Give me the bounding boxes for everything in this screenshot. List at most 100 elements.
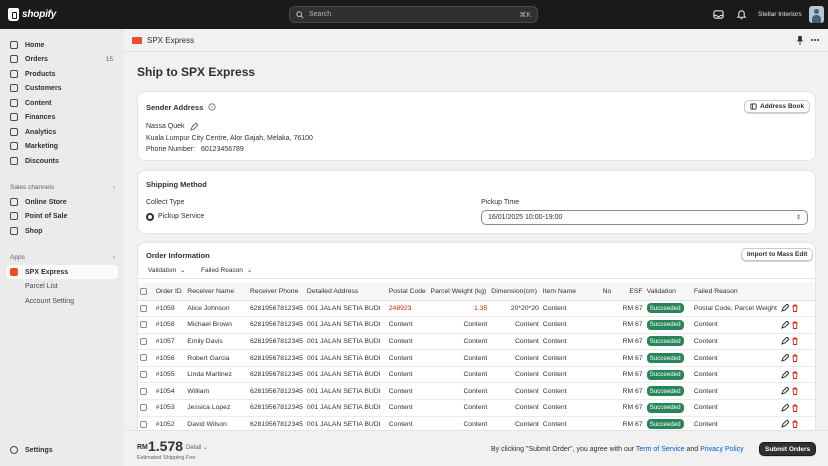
sidebar-item-spx-express[interactable]: SPX Express	[6, 265, 118, 279]
store-name[interactable]: Stellar Interiors	[758, 11, 802, 18]
table-row[interactable]: #1058 Michael Brown 62819567812345 001 JALA…	[138, 316, 815, 334]
table-row[interactable]: #1054 William 62819567812345 001 JALAN SETI…	[138, 382, 815, 401]
esf-cell: RM 67	[614, 399, 645, 417]
agreement-prefix: By clicking "Submit Order", you agree wi…	[491, 446, 636, 453]
privacy-policy-link[interactable]: Privacy Policy	[700, 446, 744, 453]
status-badge: Succeeded	[646, 319, 684, 330]
validation-cell: Succeeded	[644, 366, 692, 384]
edit-pencil-icon[interactable]	[781, 387, 789, 396]
sidebar-item-analytics[interactable]: Analytics	[6, 125, 118, 139]
delete-trash-icon[interactable]	[791, 321, 799, 329]
receiver-phone-cell: 62819567812345	[248, 300, 305, 318]
bell-icon[interactable]	[736, 9, 747, 20]
receiver-name-cell: Robert Garcia	[185, 349, 248, 367]
detailed-address-cell: 001 JALAN SETIA BUDI	[304, 316, 387, 334]
sidebar-item-settings[interactable]: Settings	[6, 443, 118, 457]
sidebar-item-home[interactable]: Home	[6, 38, 118, 52]
row-checkbox[interactable]	[140, 354, 147, 362]
delete-trash-icon[interactable]	[791, 404, 799, 412]
row-checkbox[interactable]	[140, 371, 147, 379]
detailed-address-cell: 001 JALAN SETIA BUDI	[304, 333, 387, 351]
row-checkbox[interactable]	[140, 387, 147, 395]
row-checkbox[interactable]	[140, 337, 147, 345]
delete-trash-icon[interactable]	[791, 304, 799, 313]
main-content: SPX Express Ship to SPX Express Sender A…	[124, 29, 828, 466]
orders-table-body: #1059 Alice Johnson 62819567812345 001 JALA…	[138, 300, 815, 434]
tab-failed-reason[interactable]: Failed Reason ⌄	[201, 266, 252, 275]
delete-trash-icon[interactable]	[791, 420, 799, 429]
shipping-method-title: Shipping Method	[146, 180, 207, 189]
select-all-checkbox[interactable]	[140, 287, 147, 295]
column-header-esf: ESF	[614, 283, 645, 301]
avatar[interactable]	[809, 6, 824, 23]
table-row[interactable]: #1059 Alice Johnson 62819567812345 001 JALA…	[138, 300, 815, 318]
import-mass-edit-button[interactable]: Import to Mass Edit	[741, 248, 814, 261]
sidebar-item-finances[interactable]: Finances	[6, 110, 118, 124]
row-select-cell[interactable]	[138, 316, 154, 334]
more-horizontal-icon[interactable]	[810, 35, 820, 45]
column-header-detailed-address: Detailed Address	[304, 283, 387, 301]
submit-orders-button[interactable]: Submit Orders	[759, 442, 817, 456]
dimension-cell: Content	[489, 399, 541, 417]
edit-pencil-icon[interactable]	[781, 370, 789, 379]
help-icon[interactable]: ?	[208, 103, 216, 111]
edit-pencil-icon[interactable]	[190, 123, 198, 131]
sidebar-item-content[interactable]: Content	[6, 96, 118, 110]
sidebar-item-online-store[interactable]: Online Store	[6, 195, 118, 209]
edit-pencil-icon[interactable]	[781, 403, 789, 412]
sidebar-item-discounts[interactable]: Discounts	[6, 154, 118, 168]
row-checkbox[interactable]	[140, 304, 147, 312]
row-checkbox[interactable]	[140, 420, 147, 428]
edit-pencil-icon[interactable]	[781, 320, 789, 329]
pickup-time-select[interactable]: 16/01/2025 10:00-19:00 ⇕	[481, 210, 808, 225]
tab-validation[interactable]: Validation ⌄	[148, 266, 186, 275]
column-header-parcel-weight: Parcel Weight (kg)	[428, 283, 490, 301]
sidebar-item-orders[interactable]: Orders 15	[6, 52, 118, 66]
point-of-sale-icon	[10, 212, 18, 220]
table-row[interactable]: #1053 Jessica Lopez 62819567812345 001 JALA…	[138, 399, 815, 417]
fee-detail-toggle[interactable]: Detail ⌄	[186, 444, 208, 451]
row-select-cell[interactable]	[138, 399, 154, 417]
address-book-label: Address Book	[760, 103, 805, 110]
row-checkbox[interactable]	[140, 321, 147, 329]
shopify-logo[interactable]: shopify	[8, 8, 56, 21]
sidebar-item-customers[interactable]: Customers	[6, 81, 118, 95]
row-select-cell[interactable]	[138, 349, 154, 367]
status-badge: Succeeded	[646, 353, 684, 364]
sidebar-item-marketing[interactable]: Marketing	[6, 139, 118, 153]
row-select-cell[interactable]	[138, 300, 154, 318]
delete-trash-icon[interactable]	[791, 387, 799, 396]
row-select-cell[interactable]	[138, 382, 154, 401]
detailed-address-cell: 001 JALAN SETIA BUDI	[304, 399, 387, 417]
address-book-button[interactable]: Address Book	[744, 100, 811, 113]
footer-bar: RM 1.578 Detail ⌄ Estimated Shipping Fee…	[124, 430, 828, 466]
edit-pencil-icon[interactable]	[781, 354, 789, 362]
table-row[interactable]: #1057 Emily Davis 62819567812345 001 JALAN …	[138, 333, 815, 351]
sidebar-item-products[interactable]: Products	[6, 67, 118, 81]
sidebar-item-parcel-list[interactable]: Parcel List	[6, 279, 118, 293]
chevron-right-icon: ›	[112, 184, 115, 191]
select-all-header[interactable]	[138, 283, 154, 301]
edit-pencil-icon[interactable]	[781, 420, 789, 429]
delete-trash-icon[interactable]	[791, 371, 799, 379]
edit-pencil-icon[interactable]	[781, 304, 789, 313]
delete-trash-icon[interactable]	[791, 337, 799, 346]
sidebar-item-point-of-sale[interactable]: Point of Sale	[6, 209, 118, 223]
row-select-cell[interactable]	[138, 366, 154, 384]
delete-trash-icon[interactable]	[791, 354, 799, 363]
search-bar[interactable]: Search ⌘K	[289, 6, 538, 23]
apps-header[interactable]: Apps ›	[10, 254, 115, 261]
sidebar-item-account-setting[interactable]: Account Setting	[6, 294, 118, 308]
table-row[interactable]: #1055 Linda Martinez 62819567812345 001 JAL…	[138, 366, 815, 384]
pickup-service-radio[interactable]	[146, 213, 154, 221]
terms-of-service-link[interactable]: Term of Service	[636, 446, 685, 453]
inbox-icon[interactable]	[713, 9, 724, 20]
sidebar-item-shop[interactable]: Shop	[6, 224, 118, 238]
sales-channels-header[interactable]: Sales channels ›	[10, 184, 115, 191]
edit-pencil-icon[interactable]	[781, 337, 789, 346]
table-row[interactable]: #1056 Robert Garcia 62819567812345 001 JALA…	[138, 349, 815, 367]
no-cell	[600, 333, 615, 351]
row-select-cell[interactable]	[138, 333, 154, 351]
pin-icon[interactable]	[796, 36, 804, 45]
row-checkbox[interactable]	[140, 404, 147, 412]
